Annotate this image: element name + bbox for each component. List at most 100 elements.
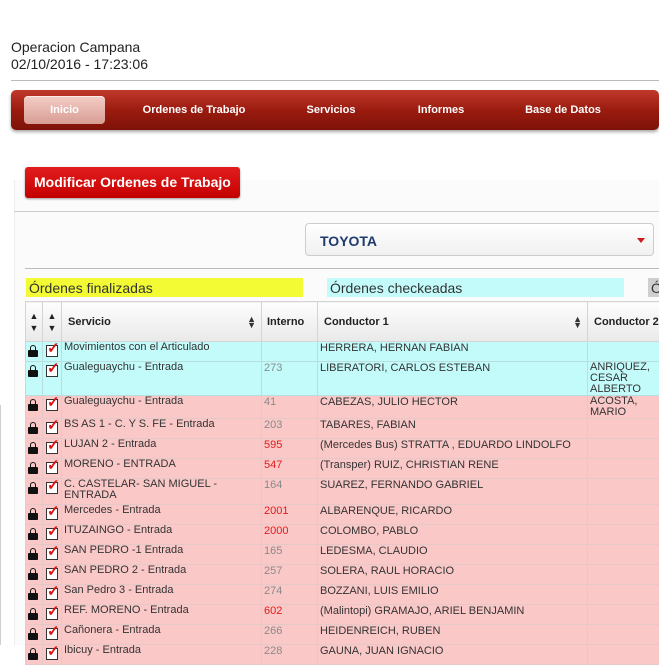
table-row[interactable]: Cañonera - Entrada266HEIDENREICH, RUBEN [26,625,659,645]
check-cell[interactable] [43,396,62,419]
modificar-ordenes-title[interactable]: Modificar Ordenes de Trabajo [25,167,240,198]
conductor-2-cell [588,419,659,439]
checkbox-checked-icon[interactable] [46,648,58,660]
lock-cell[interactable] [26,419,43,439]
checkbox-checked-icon[interactable] [46,548,58,560]
checkbox-checked-icon[interactable] [46,422,58,434]
lock-cell[interactable] [26,505,43,525]
lock-cell[interactable] [26,362,43,396]
table-row[interactable]: Movimientos con el ArticuladoHERRERA, HE… [26,342,659,362]
conductor-1-cell: HEIDENREICH, RUBEN [318,625,588,645]
company-select[interactable]: TOYOTA [305,223,654,256]
checkbox-checked-icon[interactable] [46,442,58,454]
check-cell[interactable] [43,585,62,605]
column-interno-label: Interno [267,316,304,328]
table-row[interactable]: SAN PEDRO -1 Entrada165LEDESMA, CLAUDIO [26,545,659,565]
lock-cell[interactable] [26,459,43,479]
table-row[interactable]: ITUZAINGO - Entrada2000COLOMBO, PABLO [26,525,659,545]
check-cell[interactable] [43,545,62,565]
check-cell[interactable] [43,625,62,645]
table-row[interactable]: San Pedro 3 - Entrada274BOZZANI, LUIS EM… [26,585,659,605]
datetime: 02/10/2016 - 17:23:06 [11,56,148,73]
check-cell[interactable] [43,419,62,439]
lock-icon[interactable] [28,399,38,411]
lock-cell[interactable] [26,625,43,645]
interno-cell: 266 [262,625,318,645]
table-row[interactable]: BS AS 1 - C. Y S. FE - Entrada203TABARES… [26,419,659,439]
check-cell[interactable] [43,479,62,505]
lock-cell[interactable] [26,479,43,505]
lock-icon[interactable] [28,365,38,377]
conductor-1-cell: HERRERA, HERNAN FABIAN [318,342,588,362]
lock-cell[interactable] [26,342,43,362]
lock-icon[interactable] [28,422,38,434]
checkbox-checked-icon[interactable] [46,528,58,540]
conductor-2-cell [588,605,659,625]
checkbox-checked-icon[interactable] [46,462,58,474]
lock-cell[interactable] [26,565,43,585]
check-cell[interactable] [43,525,62,545]
conductor-2-cell [588,565,659,585]
checkbox-checked-icon[interactable] [46,365,58,377]
table-row[interactable]: SAN PEDRO 2 - Entrada257SOLERA, RAUL HOR… [26,565,659,585]
interno-cell: 595 [262,439,318,459]
lock-icon[interactable] [28,462,38,474]
column-interno[interactable]: Interno [262,302,318,342]
checkbox-checked-icon[interactable] [46,588,58,600]
checkbox-checked-icon[interactable] [46,508,58,520]
nav-informes[interactable]: Informes [406,96,476,124]
sort-check-header[interactable]: ▲▼ [43,302,62,342]
check-cell[interactable] [43,439,62,459]
lock-icon[interactable] [28,482,38,494]
lock-cell[interactable] [26,525,43,545]
column-conductor-2[interactable]: Conductor 2 [588,302,659,342]
check-cell[interactable] [43,342,62,362]
checkbox-checked-icon[interactable] [46,628,58,640]
check-cell[interactable] [43,605,62,625]
nav-base-de-datos[interactable]: Base de Datos [516,96,610,124]
table-row[interactable]: MORENO - ENTRADA547(Transper) RUIZ, CHRI… [26,459,659,479]
lock-cell[interactable] [26,396,43,419]
lock-icon[interactable] [28,345,38,357]
table-row[interactable]: C. CASTELAR- SAN MIGUEL - ENTRADA164SUAR… [26,479,659,505]
nav-ordenes-de-trabajo[interactable]: Ordenes de Trabajo [131,96,257,124]
lock-icon[interactable] [28,588,38,600]
column-servicio[interactable]: Servicio▲▼ [62,302,262,342]
lock-icon[interactable] [28,548,38,560]
table-row[interactable]: LUJAN 2 - Entrada595(Mercedes Bus) STRAT… [26,439,659,459]
checkbox-checked-icon[interactable] [46,608,58,620]
checkbox-checked-icon[interactable] [46,399,58,411]
table-row[interactable]: Mercedes - Entrada2001ALBARENQUE, RICARD… [26,505,659,525]
lock-icon[interactable] [28,608,38,620]
lock-icon[interactable] [28,528,38,540]
lock-cell[interactable] [26,585,43,605]
table-row[interactable]: REF. MORENO - Entrada602(Malintopi) GRAM… [26,605,659,625]
check-cell[interactable] [43,362,62,396]
lock-cell[interactable] [26,439,43,459]
checkbox-checked-icon[interactable] [46,345,58,357]
nav-inicio[interactable]: Inicio [24,96,105,124]
check-cell[interactable] [43,565,62,585]
checkbox-checked-icon[interactable] [46,568,58,580]
lock-icon[interactable] [28,568,38,580]
column-conductor-1[interactable]: Conductor 1▲▼ [318,302,588,342]
page-header: Operacion Campana 02/10/2016 - 17:23:06 [11,39,148,73]
lock-icon[interactable] [28,648,38,660]
check-cell[interactable] [43,505,62,525]
nav-servicios[interactable]: Servicios [296,96,366,124]
lock-icon[interactable] [28,628,38,640]
lock-cell[interactable] [26,645,43,665]
table-row[interactable]: Gualeguaychu - Entrada41CABEZAS, JULIO H… [26,396,659,419]
lock-cell[interactable] [26,545,43,565]
sort-lock-header[interactable]: ▲▼ [26,302,43,342]
table-row[interactable]: Ibicuy - Entrada228GAUNA, JUAN IGNACIO [26,645,659,665]
check-cell[interactable] [43,459,62,479]
check-cell[interactable] [43,645,62,665]
lock-icon[interactable] [28,508,38,520]
lock-cell[interactable] [26,605,43,625]
table-row[interactable]: Gualeguaychu - Entrada273LIBERATORI, CAR… [26,362,659,396]
checkbox-checked-icon[interactable] [46,482,58,494]
interno-cell [262,342,318,362]
lock-icon[interactable] [28,442,38,454]
interno-cell: 164 [262,479,318,505]
